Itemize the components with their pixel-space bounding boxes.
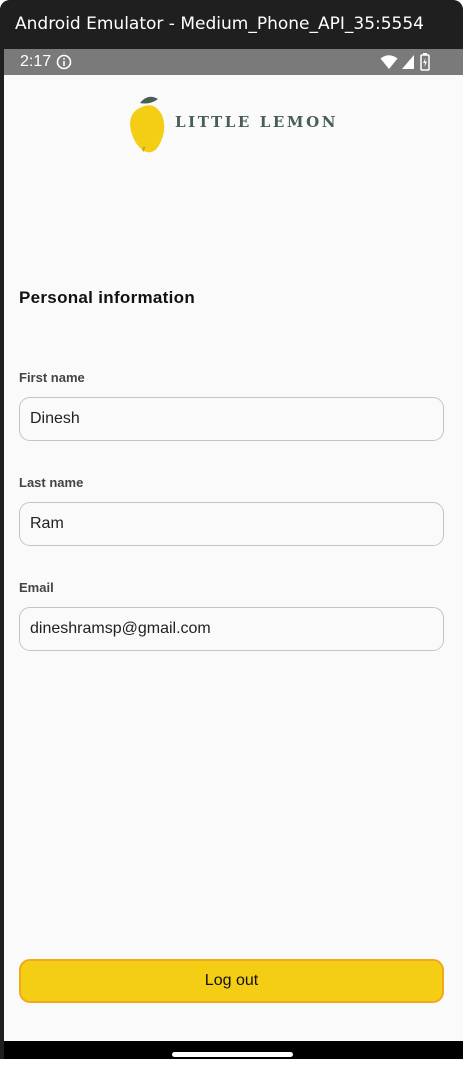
profile-screen: LITTLE LEMON Personal information First … [4, 75, 463, 1059]
device-screen: 2:17 LITTLE LEMON Personal information F… [4, 49, 463, 1059]
last-name-label: Last name [19, 475, 84, 490]
first-name-label: First name [19, 370, 85, 385]
status-time: 2:17 [20, 53, 52, 70]
home-gesture-handle[interactable] [172, 1052, 293, 1057]
background-strip [0, 1059, 463, 1072]
logo-text: LITTLE LEMON [175, 113, 339, 131]
email-label: Email [19, 580, 54, 595]
section-title: Personal information [19, 288, 196, 307]
last-name-field[interactable] [19, 502, 444, 546]
signal-icon [402, 55, 414, 69]
lemon-icon [130, 96, 165, 153]
little-lemon-logo: LITTLE LEMON [128, 95, 343, 157]
logout-button[interactable]: Log out [19, 959, 444, 1003]
navigation-bar [4, 1041, 463, 1059]
emulator-title: Android Emulator - Medium_Phone_API_35:5… [0, 0, 463, 48]
emulator-window: Android Emulator - Medium_Phone_API_35:5… [0, 0, 463, 1072]
email-field[interactable] [19, 607, 444, 651]
battery-icon [420, 53, 430, 71]
status-bar: 2:17 [4, 49, 463, 75]
info-icon [56, 54, 72, 70]
wifi-icon [380, 55, 398, 69]
first-name-field[interactable] [19, 397, 444, 441]
